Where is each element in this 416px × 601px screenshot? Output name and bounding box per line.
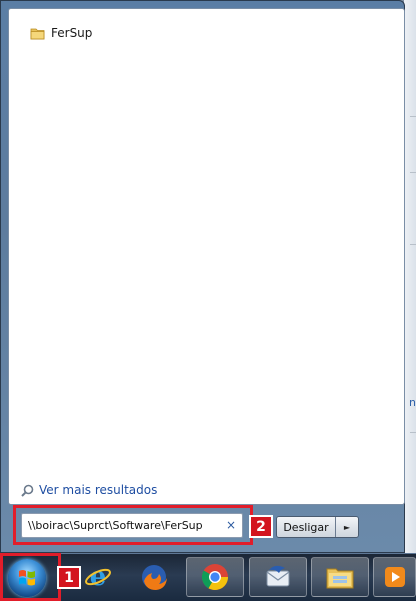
shutdown-options-arrow-icon[interactable]: ► [336, 517, 358, 537]
svg-text:e: e [90, 562, 107, 592]
desktop-glyph: n [409, 396, 416, 409]
desktop-divider [410, 244, 416, 245]
annotation-badge-2: 2 [249, 515, 273, 538]
see-more-results-link[interactable]: Ver mais resultados [21, 483, 157, 497]
windows-explorer-icon [326, 568, 354, 589]
taskbar-windows-explorer[interactable] [311, 557, 369, 597]
firefox-icon [142, 565, 167, 590]
shutdown-button-group: Desligar ► [276, 516, 359, 538]
annotation-highlight-search [13, 505, 253, 545]
see-more-label: Ver mais resultados [39, 483, 158, 497]
media-player-icon [384, 567, 405, 587]
desktop-divider [410, 116, 416, 117]
shutdown-button[interactable]: Desligar [277, 517, 336, 537]
thunderbird-icon [266, 565, 290, 587]
annotation-highlight-start [0, 553, 61, 601]
taskbar-internet-explorer[interactable]: e [76, 557, 120, 597]
desktop-divider [410, 172, 416, 173]
desktop-divider [410, 432, 416, 433]
desktop-background: n [404, 0, 416, 553]
search-results-pane: FerSup Ver mais resultados [8, 8, 405, 505]
internet-explorer-icon: e [85, 562, 111, 592]
result-item-fersup[interactable]: FerSup [30, 26, 92, 40]
taskbar-firefox[interactable] [125, 557, 183, 597]
result-item-label: FerSup [51, 26, 93, 40]
taskbar-media-player[interactable] [373, 557, 416, 597]
search-icon [21, 484, 34, 497]
taskbar-chrome[interactable] [186, 557, 244, 597]
chrome-icon [201, 564, 229, 591]
start-menu: FerSup Ver mais resultados [0, 0, 405, 553]
folder-icon [30, 28, 45, 39]
taskbar-thunderbird[interactable] [249, 557, 307, 597]
